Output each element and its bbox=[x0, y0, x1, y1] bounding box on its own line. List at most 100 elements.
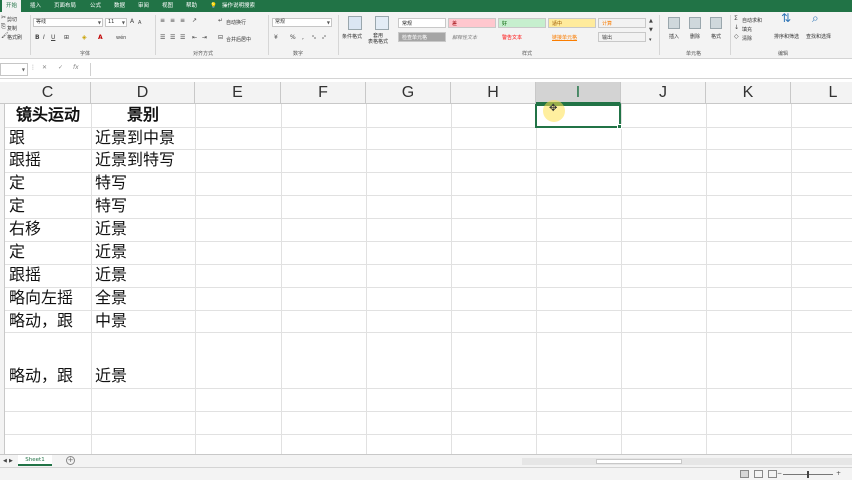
autosum-button[interactable]: 自动求和 bbox=[742, 17, 762, 24]
scrollbar-thumb[interactable] bbox=[596, 459, 682, 464]
cell-d-row[interactable]: 近景 bbox=[91, 264, 127, 286]
increase-indent-icon[interactable]: ⇥ bbox=[202, 34, 207, 42]
align-middle-icon[interactable]: ≡ bbox=[170, 17, 175, 25]
sheet-next-icon[interactable]: ▶ bbox=[9, 457, 13, 465]
find-select-button[interactable]: 查找和选择 bbox=[806, 33, 831, 40]
wrap-text-button[interactable]: 自动换行 bbox=[226, 19, 246, 26]
cell-c-row[interactable]: 略动，跟 bbox=[5, 365, 73, 387]
increase-decimal-icon[interactable]: ⁰₀ bbox=[312, 34, 316, 42]
zoom-in-icon[interactable]: + bbox=[836, 470, 841, 478]
grow-font-icon[interactable]: A bbox=[130, 18, 134, 26]
tab-home[interactable]: 开始 bbox=[2, 0, 22, 12]
zoom-slider-knob[interactable] bbox=[807, 471, 809, 478]
fill-handle[interactable] bbox=[617, 124, 622, 129]
column-header-h[interactable]: H bbox=[451, 82, 536, 104]
styles-scroll-down-icon[interactable]: ▼ bbox=[649, 26, 653, 34]
tab-view[interactable]: 视图 bbox=[158, 0, 177, 12]
worksheet-grid[interactable]: C D E F G H I J K L 镜头运动 景别 跟 近景到中景 跟摇 近… bbox=[0, 82, 852, 454]
cut-button[interactable]: 剪切 bbox=[7, 16, 17, 23]
font-name-combo[interactable]: 等线 ▼ bbox=[33, 18, 103, 27]
cell-style-normal[interactable]: 常规 bbox=[398, 18, 446, 28]
cell-c-row[interactable]: 跟摇 bbox=[5, 149, 41, 171]
tab-data[interactable]: 数据 bbox=[110, 0, 129, 12]
column-header-g[interactable]: G bbox=[366, 82, 451, 104]
page-break-view-icon[interactable] bbox=[768, 470, 777, 478]
cell-d-row[interactable]: 近景 bbox=[91, 365, 127, 387]
underline-icon[interactable]: U bbox=[51, 34, 55, 42]
column-header-l[interactable]: L bbox=[791, 82, 852, 104]
cell-style-linked[interactable]: 链接单元格 bbox=[548, 32, 596, 42]
column-header-j[interactable]: J bbox=[621, 82, 706, 104]
cell-style-bad[interactable]: 差 bbox=[448, 18, 496, 28]
styles-scroll-up-icon[interactable]: ▲ bbox=[649, 17, 653, 25]
fill-button[interactable]: 填充 bbox=[742, 26, 752, 33]
font-color-icon[interactable]: A bbox=[98, 34, 103, 42]
cell-style-warning[interactable]: 警告文本 bbox=[498, 32, 546, 42]
tab-formulas[interactable]: 公式 bbox=[86, 0, 105, 12]
percent-button[interactable]: % bbox=[290, 34, 296, 42]
clear-button[interactable]: 清除 bbox=[742, 35, 752, 42]
formula-input[interactable] bbox=[90, 63, 852, 76]
borders-icon[interactable]: ⊞ bbox=[64, 34, 69, 42]
cell-d-row[interactable]: 特写 bbox=[91, 195, 127, 217]
cell-style-calculation[interactable]: 计算 bbox=[598, 18, 646, 28]
cancel-icon[interactable]: ✕ bbox=[42, 64, 47, 71]
cell-c-row[interactable]: 跟摇 bbox=[5, 264, 41, 286]
cell-c-row[interactable]: 定 bbox=[5, 172, 25, 194]
cell-c-row[interactable]: 右移 bbox=[5, 218, 41, 240]
align-top-icon[interactable]: ≡ bbox=[160, 17, 165, 25]
tab-help[interactable]: 帮助 bbox=[182, 0, 201, 12]
add-sheet-icon[interactable]: + bbox=[66, 456, 75, 465]
cell-c-row[interactable]: 定 bbox=[5, 241, 25, 263]
font-size-combo[interactable]: 11 ▼ bbox=[105, 18, 127, 27]
cell-d-row[interactable]: 近景到特写 bbox=[91, 149, 175, 171]
cell-c-row[interactable]: 跟 bbox=[5, 127, 25, 149]
insert-cells-button[interactable]: 插入 bbox=[669, 33, 679, 40]
name-box[interactable]: ▼ bbox=[0, 63, 28, 76]
fill-color-icon[interactable]: ◈ bbox=[82, 34, 87, 42]
currency-icon[interactable]: ¥ bbox=[274, 34, 278, 42]
tab-insert[interactable]: 插入 bbox=[26, 0, 45, 12]
cell-style-check-cell[interactable]: 检查单元格 bbox=[398, 32, 446, 42]
bold-icon[interactable]: B bbox=[35, 34, 40, 42]
orientation-icon[interactable]: ↗ bbox=[192, 17, 197, 25]
phonetic-icon[interactable]: wén bbox=[116, 34, 126, 42]
align-left-icon[interactable]: ☰ bbox=[160, 34, 165, 42]
styles-expand-icon[interactable]: ▾ bbox=[649, 36, 652, 44]
format-painter-button[interactable]: 格式刷 bbox=[7, 34, 22, 41]
comma-button[interactable]: , bbox=[302, 34, 304, 42]
cell-c-row[interactable]: 定 bbox=[5, 195, 25, 217]
cell-c-row[interactable]: 略动，跟 bbox=[5, 310, 73, 332]
italic-icon[interactable]: I bbox=[43, 34, 45, 42]
shrink-font-icon[interactable]: A bbox=[138, 19, 141, 27]
enter-check-icon[interactable]: ✓ bbox=[58, 64, 63, 71]
horizontal-scrollbar[interactable] bbox=[522, 458, 852, 465]
decrease-indent-icon[interactable]: ⇤ bbox=[192, 34, 197, 42]
format-as-table-button[interactable]: 套用 表格格式 bbox=[368, 33, 388, 45]
cell-d-row[interactable]: 近景 bbox=[91, 218, 127, 240]
copy-button[interactable]: 复制 bbox=[7, 25, 17, 32]
column-header-d[interactable]: D bbox=[91, 82, 195, 104]
insert-function-icon[interactable]: fx bbox=[73, 64, 79, 71]
column-header-c[interactable]: C bbox=[5, 82, 91, 104]
column-header-k[interactable]: K bbox=[706, 82, 791, 104]
page-layout-view-icon[interactable] bbox=[754, 470, 763, 478]
decrease-decimal-icon[interactable]: ₀⁰ bbox=[322, 34, 326, 42]
format-cells-button[interactable]: 格式 bbox=[711, 33, 721, 40]
conditional-formatting-button[interactable]: 条件格式 bbox=[342, 33, 362, 40]
zoom-out-icon[interactable]: − bbox=[777, 470, 782, 478]
merge-center-button[interactable]: 合并后居中 bbox=[226, 36, 251, 43]
cell-d-row[interactable]: 全景 bbox=[91, 287, 127, 309]
cell-style-good[interactable]: 好 bbox=[498, 18, 546, 28]
cell-d-header[interactable]: 景别 bbox=[91, 104, 195, 126]
align-center-icon[interactable]: ☰ bbox=[170, 34, 175, 42]
cell-d-row[interactable]: 特写 bbox=[91, 172, 127, 194]
sheet-tab-sheet1[interactable]: Sheet1 bbox=[18, 455, 52, 466]
align-right-icon[interactable]: ☰ bbox=[180, 34, 185, 42]
align-bottom-icon[interactable]: ≡ bbox=[180, 17, 185, 25]
tab-page-layout[interactable]: 页面布局 bbox=[50, 0, 80, 12]
cell-d-row[interactable]: 中景 bbox=[91, 310, 127, 332]
column-header-f[interactable]: F bbox=[281, 82, 366, 104]
delete-cells-button[interactable]: 删除 bbox=[690, 33, 700, 40]
cell-d-row[interactable]: 近景到中景 bbox=[91, 127, 175, 149]
